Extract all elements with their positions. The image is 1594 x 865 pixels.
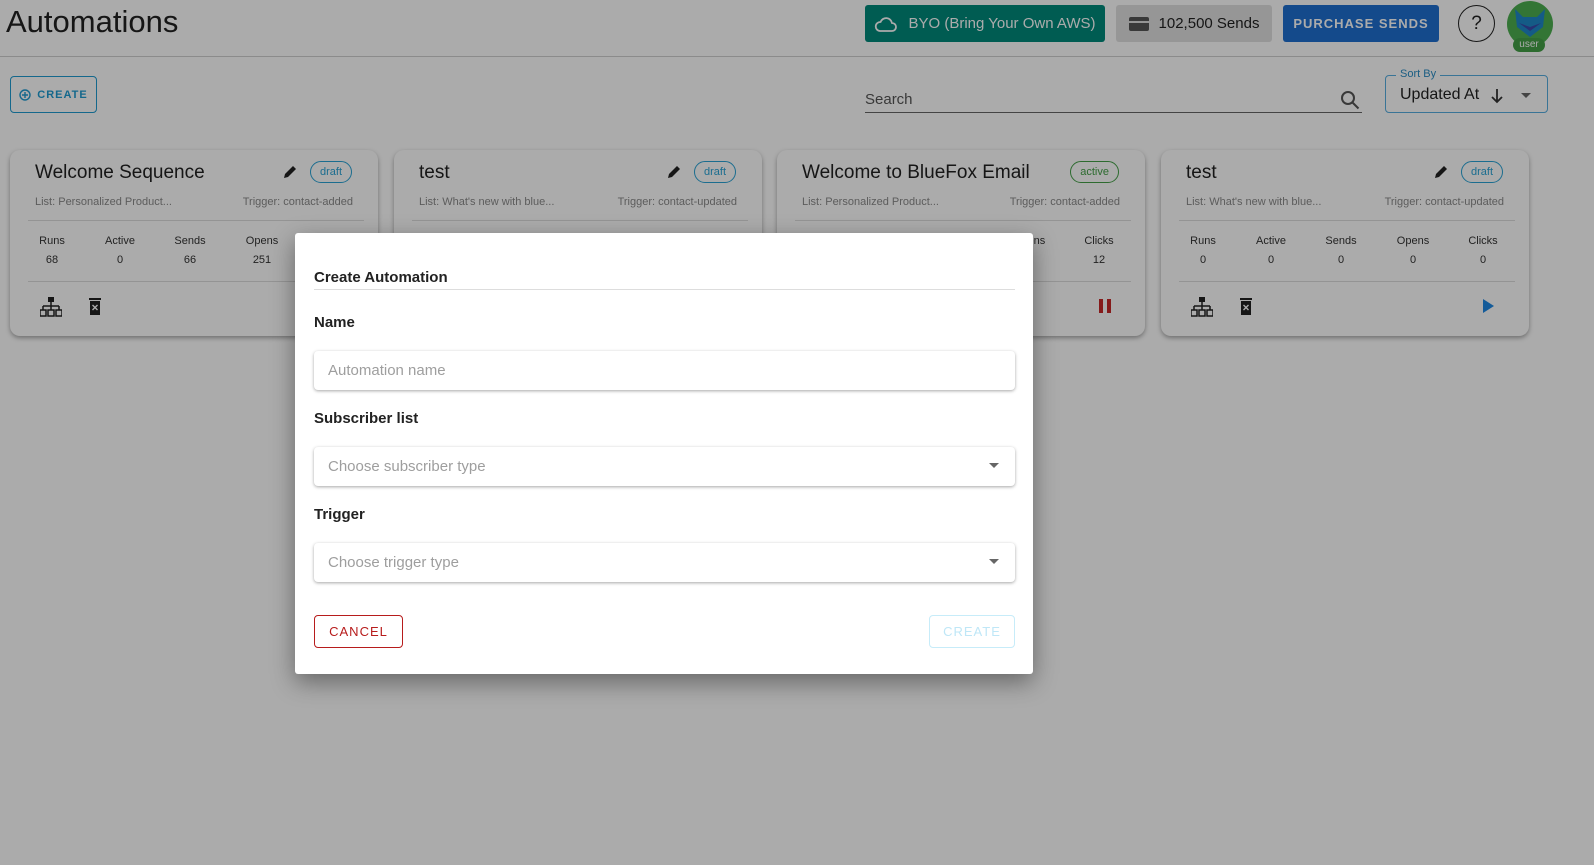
subscriber-list-select[interactable]: Choose subscriber type [314,447,1015,486]
dialog-title: Create Automation [314,269,448,286]
trigger-label: Trigger [314,506,365,523]
chevron-down-icon [989,463,999,468]
create-automation-button[interactable]: CREATE [929,615,1015,648]
name-placeholder: Automation name [328,362,446,379]
trigger-select[interactable]: Choose trigger type [314,543,1015,582]
create-automation-dialog: Create Automation Name Automation name S… [295,233,1033,674]
subscriber-list-label: Subscriber list [314,410,419,427]
trigger-placeholder: Choose trigger type [328,554,459,571]
automation-name-input[interactable]: Automation name [314,351,1015,390]
cancel-button[interactable]: CANCEL [314,615,403,648]
chevron-down-icon [989,559,999,564]
subscriber-list-placeholder: Choose subscriber type [328,458,486,475]
dialog-divider [314,289,1015,290]
name-label: Name [314,314,355,331]
